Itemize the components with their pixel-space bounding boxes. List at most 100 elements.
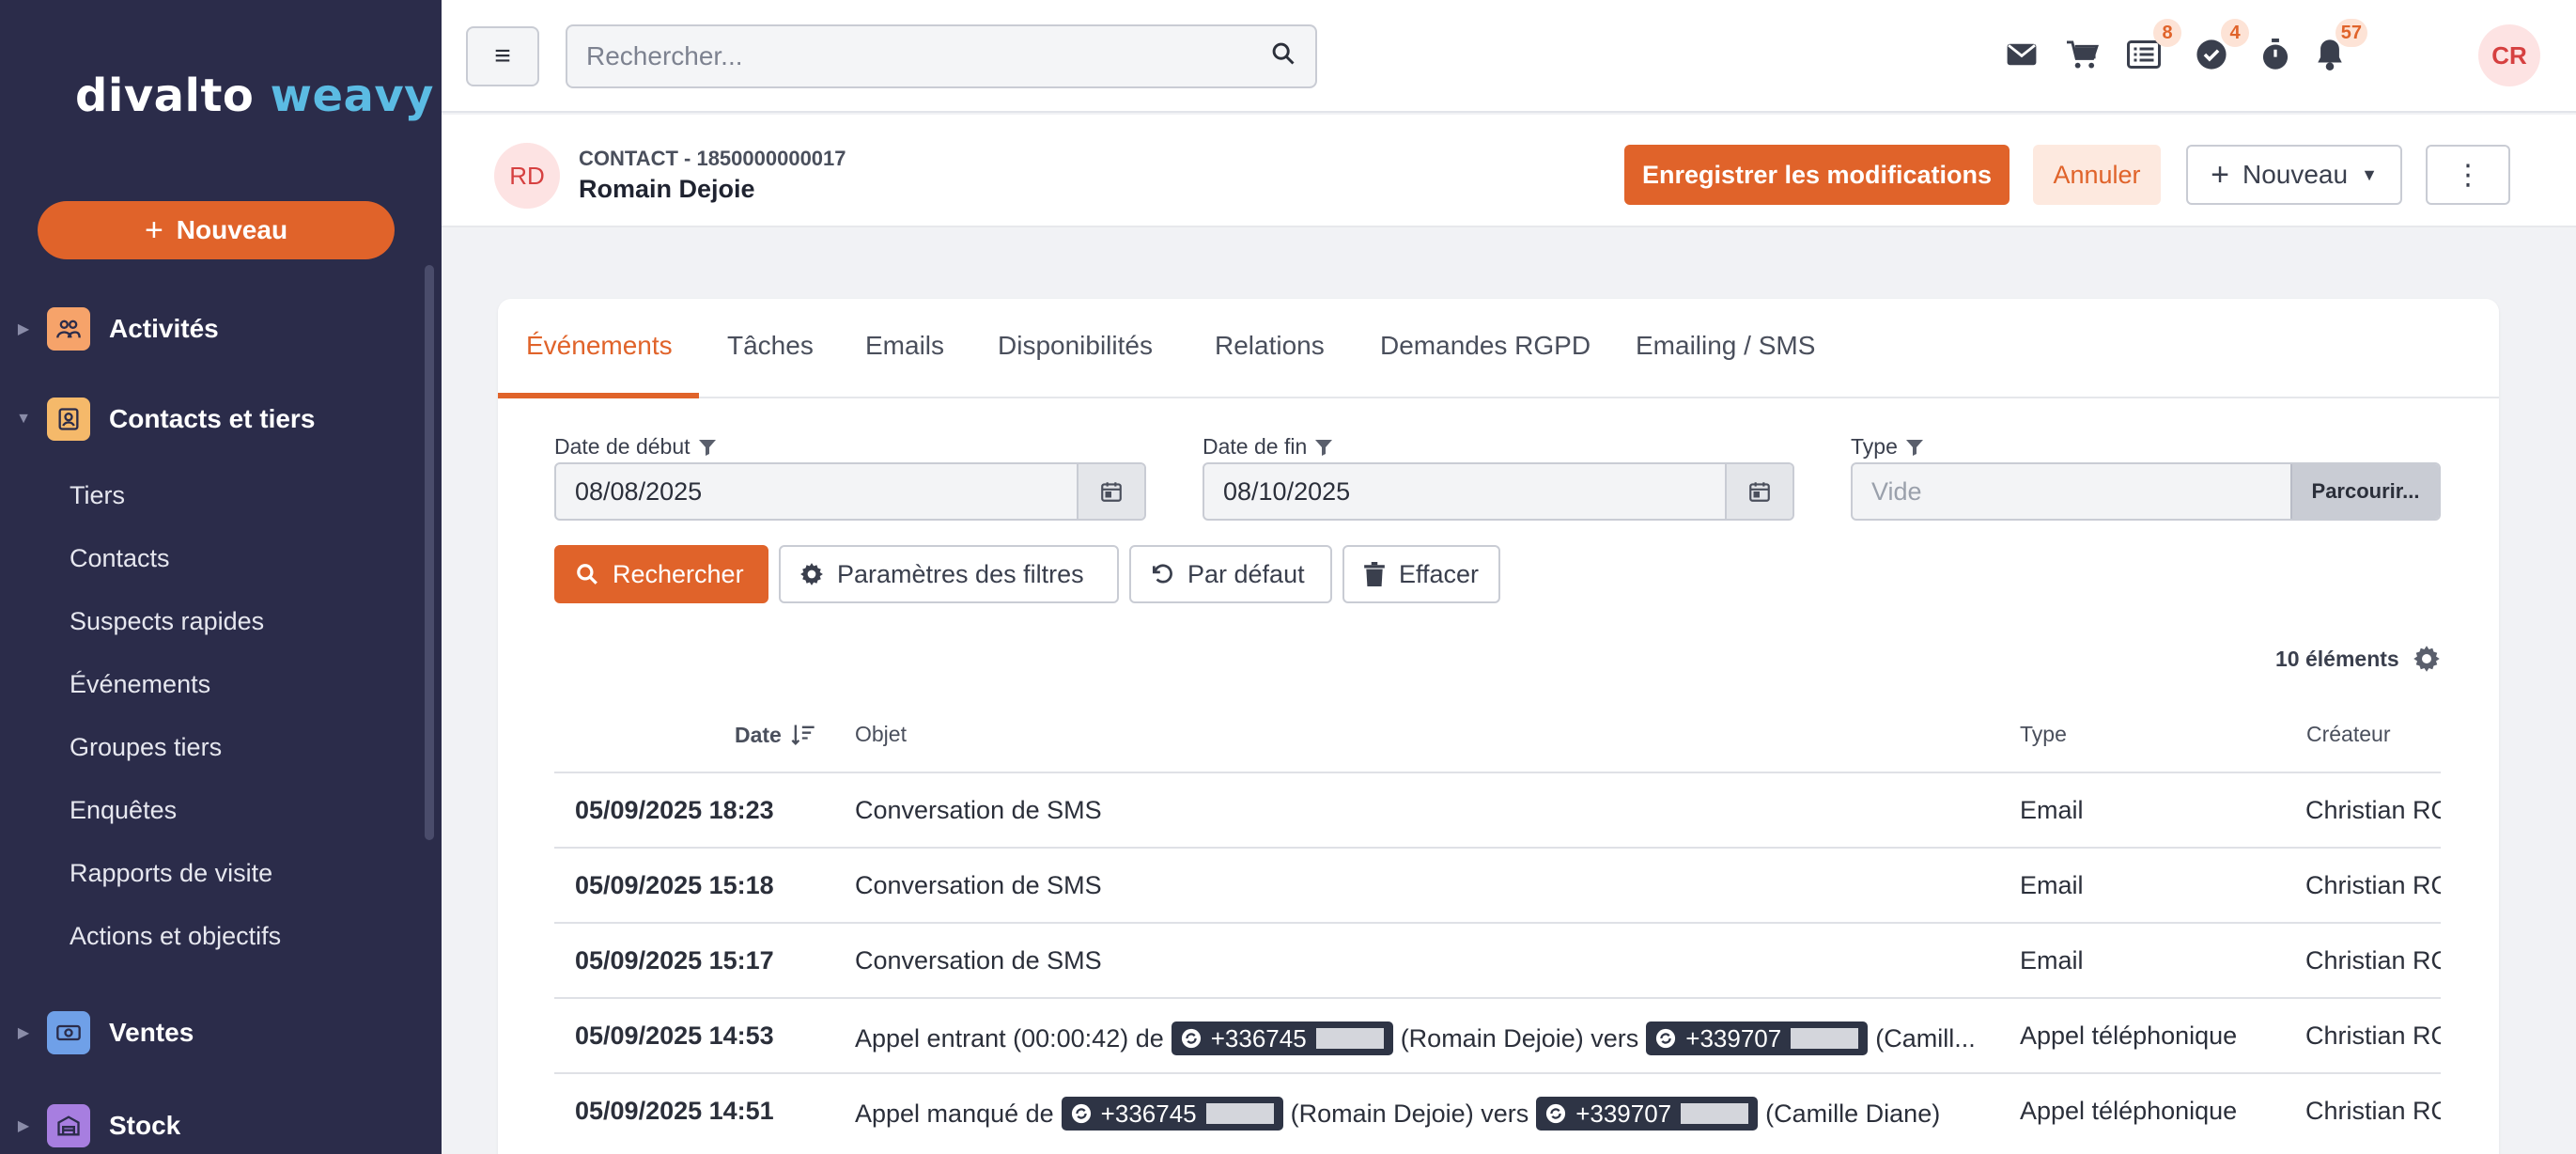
table-row[interactable]: 05/09/2025 14:51 Appel manqué de +336745…	[554, 1072, 2441, 1147]
end-date-field[interactable]: 08/10/2025	[1203, 462, 1794, 521]
filter-icon	[1315, 439, 1333, 456]
gear-icon	[800, 563, 823, 585]
notifications-badge: 57	[2335, 19, 2367, 47]
sidebar-item-evenements[interactable]: Événements	[70, 670, 210, 699]
phone-chip[interactable]: +336745	[1061, 1097, 1283, 1131]
chevron-right-icon: ▶	[17, 1025, 30, 1041]
record-header: RD CONTACT - 1850000000017 Romain Dejoie…	[442, 115, 2576, 227]
tab-taches[interactable]: Tâches	[727, 331, 814, 361]
record-kicker: CONTACT - 1850000000017	[579, 147, 846, 170]
col-header-creator[interactable]: Créateur	[2306, 722, 2390, 747]
chevron-right-icon: ▶	[17, 321, 30, 337]
col-header-object[interactable]: Objet	[855, 722, 907, 747]
chevron-right-icon: ▶	[17, 1118, 30, 1134]
list-badge: 8	[2153, 19, 2181, 47]
sidebar-item-contacts[interactable]: Contacts	[70, 544, 170, 573]
tab-emailing-sms[interactable]: Emailing / SMS	[1636, 331, 1815, 361]
app-logo[interactable]: divalto weavy	[75, 70, 434, 122]
mail-icon[interactable]	[2003, 36, 2041, 73]
search-icon	[577, 564, 597, 585]
sort-desc-icon[interactable]	[789, 722, 817, 748]
menu-toggle-button[interactable]: ≡	[466, 26, 539, 86]
sidebar-item-groupes[interactable]: Groupes tiers	[70, 733, 222, 762]
masked-digits	[1205, 1103, 1274, 1124]
phone-chip[interactable]: +339707	[1646, 1021, 1869, 1055]
tab-relations[interactable]: Relations	[1215, 331, 1325, 361]
user-avatar[interactable]: CR	[2478, 24, 2540, 86]
sync-icon	[1656, 1028, 1676, 1049]
tab-bar: Événements Tâches Emails Disponibilités …	[498, 299, 2499, 398]
contact-avatar: RD	[494, 143, 560, 209]
new-label: Nouveau	[2242, 160, 2349, 189]
sidebar-category-ventes[interactable]: ▶ Ventes	[0, 1005, 194, 1061]
sidebar-item-enquetes[interactable]: Enquêtes	[70, 796, 177, 825]
sidebar-item-actions[interactable]: Actions et objectifs	[70, 922, 281, 951]
hamburger-icon: ≡	[494, 40, 511, 71]
active-tab-indicator	[498, 393, 699, 398]
filter-icon	[1905, 439, 1923, 456]
more-options-button[interactable]: ⋮	[2426, 145, 2510, 205]
filter-settings-button[interactable]: Paramètres des filtres	[779, 545, 1119, 603]
type-label: Type	[1851, 434, 1924, 460]
table-row[interactable]: 05/09/2025 18:23 Conversation de SMS Ema…	[554, 772, 2441, 847]
search-input[interactable]	[586, 41, 1270, 71]
sidebar-item-suspects[interactable]: Suspects rapides	[70, 607, 264, 636]
type-field[interactable]: Vide Parcourir...	[1851, 462, 2441, 521]
sidebar-item-rapports[interactable]: Rapports de visite	[70, 859, 272, 888]
new-dropdown-button[interactable]: + Nouveau ▼	[2186, 145, 2402, 205]
sync-icon	[1071, 1103, 1091, 1124]
browse-button[interactable]: Parcourir...	[2290, 464, 2439, 519]
search-box	[566, 24, 1317, 88]
start-date-label: Date de début	[554, 434, 717, 460]
list-icon[interactable]: 8	[2125, 19, 2181, 73]
end-date-label: Date de fin	[1203, 434, 1333, 460]
gear-icon[interactable]	[2413, 645, 2441, 678]
table-row[interactable]: 05/09/2025 15:17 Conversation de SMS Ema…	[554, 922, 2441, 997]
plus-icon: +	[144, 211, 163, 248]
task-check-icon[interactable]: 4	[2193, 19, 2249, 73]
masked-digits	[1681, 1103, 1749, 1124]
search-icon[interactable]	[1270, 40, 1296, 73]
sync-icon	[1546, 1103, 1566, 1124]
tab-emails[interactable]: Emails	[865, 331, 944, 361]
topbar: ≡ 8 4 57 CR	[442, 0, 2576, 113]
stopwatch-icon[interactable]	[2257, 36, 2294, 73]
calendar-icon[interactable]	[1077, 464, 1144, 519]
sidebar-new-button[interactable]: + Nouveau	[38, 201, 395, 259]
col-header-date[interactable]: Date	[735, 722, 817, 748]
tab-demandes-rgpd[interactable]: Demandes RGPD	[1380, 331, 1591, 361]
undo-icon	[1152, 564, 1172, 584]
sidebar-scrollbar[interactable]	[425, 265, 434, 840]
caret-down-icon: ▼	[2361, 164, 2378, 184]
calendar-icon[interactable]	[1725, 464, 1792, 519]
sidebar-item-tiers[interactable]: Tiers	[70, 481, 125, 510]
phone-chip[interactable]: +336745	[1171, 1021, 1393, 1055]
filter-icon	[698, 439, 716, 456]
items-count: 10 éléments	[2275, 647, 2399, 671]
table-row[interactable]: 05/09/2025 15:18 Conversation de SMS Ema…	[554, 847, 2441, 922]
search-button[interactable]: Rechercher	[554, 545, 768, 603]
table-row[interactable]: 05/09/2025 14:53 Appel entrant (00:00:42…	[554, 997, 2441, 1072]
money-icon	[47, 1011, 90, 1054]
bell-icon[interactable]: 57	[2311, 19, 2367, 73]
record-name: Romain Dejoie	[579, 175, 755, 203]
cart-icon[interactable]	[2063, 36, 2101, 73]
people-icon	[47, 307, 90, 351]
default-button[interactable]: Par défaut	[1129, 545, 1332, 603]
start-date-field[interactable]: 08/08/2025	[554, 462, 1146, 521]
sidebar-category-stock[interactable]: ▶ Stock	[0, 1098, 180, 1154]
warehouse-icon	[47, 1104, 90, 1147]
cancel-button[interactable]: Annuler	[2033, 145, 2161, 205]
sidebar: divalto weavy + Nouveau ▶ Activités ▼ Con…	[0, 0, 442, 1154]
phone-chip[interactable]: +339707	[1536, 1097, 1759, 1131]
save-button[interactable]: Enregistrer les modifications	[1624, 145, 2010, 205]
sidebar-category-activites[interactable]: ▶ Activités	[0, 301, 219, 357]
tab-evenements[interactable]: Événements	[526, 331, 673, 361]
col-header-type[interactable]: Type	[2020, 722, 2067, 747]
trash-icon	[1364, 562, 1385, 586]
tab-disponibilites[interactable]: Disponibilités	[998, 331, 1153, 361]
clear-button[interactable]: Effacer	[1342, 545, 1500, 603]
masked-digits	[1315, 1028, 1384, 1049]
sidebar-category-contacts[interactable]: ▼ Contacts et tiers	[0, 391, 315, 447]
contact-card-icon	[47, 398, 90, 441]
